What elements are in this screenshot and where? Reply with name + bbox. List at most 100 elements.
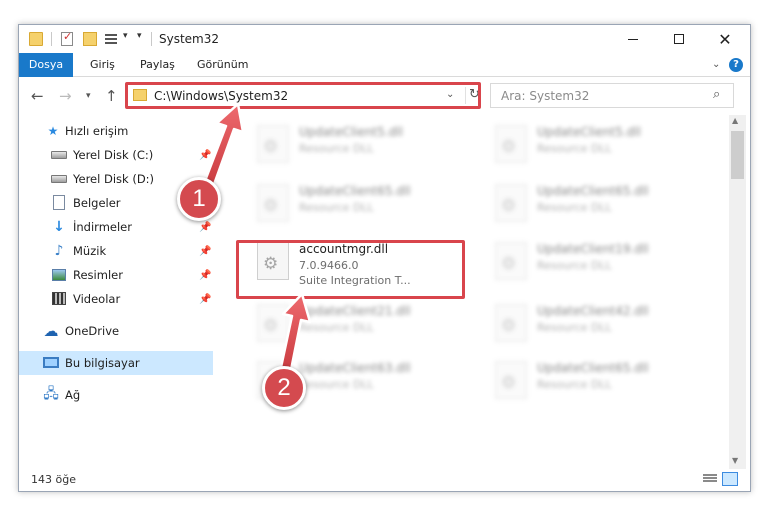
- file-name: UpdateClient63.dll: [299, 361, 411, 375]
- minimize-icon: [628, 38, 638, 40]
- dll-file-icon: [257, 125, 289, 163]
- chevron-down-icon[interactable]: ▾: [123, 31, 128, 41]
- ribbon-tabs: Dosya Giriş Paylaş Görünüm ⌄ ?: [19, 53, 750, 77]
- scroll-up-icon[interactable]: ▲: [732, 116, 738, 125]
- download-icon: ↓: [53, 219, 65, 235]
- folder-icon: [29, 32, 43, 46]
- dll-file-icon: [257, 304, 289, 342]
- expand-ribbon-icon[interactable]: ⌄: [712, 59, 720, 70]
- file-highlight-box: [236, 240, 465, 299]
- tab-share[interactable]: Paylaş: [140, 53, 175, 77]
- sidebar-item-onedrive[interactable]: ☁ OneDrive: [19, 319, 213, 343]
- sidebar-item-label: İndirmeler: [73, 220, 132, 234]
- tab-home[interactable]: Giriş: [90, 53, 115, 77]
- sidebar-item-label: Yerel Disk (C:): [73, 148, 154, 162]
- close-button[interactable]: ✕: [702, 25, 748, 53]
- pin-icon[interactable]: 📌: [199, 270, 211, 281]
- file-explorer-window: ▾ ▾ System32 ✕ Dosya Giriş Paylaş Görünü…: [18, 24, 751, 492]
- help-icon[interactable]: ?: [729, 58, 743, 72]
- sidebar-item-label: Ağ: [65, 388, 81, 402]
- sidebar-item-music[interactable]: ♪ Müzik 📌: [19, 239, 213, 263]
- file-name: UpdateClient21.dll: [299, 304, 411, 318]
- toolbar-divider: [51, 32, 52, 46]
- file-tile[interactable]: UpdateClient65.dll Resource DLL: [487, 178, 713, 230]
- file-name: UpdateClient65.dll: [299, 184, 411, 198]
- pin-icon[interactable]: 📌: [199, 294, 211, 305]
- file-tile[interactable]: UpdateClient65.dll Resource DLL: [487, 355, 713, 407]
- file-tile[interactable]: UpdateClient42.dll Resource DLL: [487, 298, 713, 350]
- recent-locations-button[interactable]: ▾: [86, 91, 91, 101]
- pin-icon[interactable]: 📌: [199, 222, 211, 233]
- file-type: Resource DLL: [537, 378, 612, 391]
- document-icon: [53, 195, 65, 210]
- file-name: UpdateClient65.dll: [537, 184, 649, 198]
- search-icon: ⌕: [713, 87, 721, 102]
- sidebar-item-label: Müzik: [73, 244, 107, 258]
- vertical-scrollbar[interactable]: ▲ ▼: [729, 115, 746, 469]
- dll-file-icon: [495, 184, 527, 222]
- window-title: System32: [159, 32, 220, 46]
- tab-view[interactable]: Görünüm: [197, 53, 248, 77]
- minimize-button[interactable]: [610, 25, 656, 53]
- details-view-icon[interactable]: [703, 473, 717, 485]
- sidebar-item-label: Hızlı erişim: [65, 124, 129, 138]
- star-icon: ★: [47, 124, 59, 138]
- file-tile[interactable]: UpdateClient21.dll Resource DLL: [249, 298, 475, 350]
- file-tile[interactable]: UpdateClient5.dll Resource DLL: [487, 119, 713, 171]
- forward-button[interactable]: →: [59, 87, 72, 105]
- sidebar-item-pictures[interactable]: Resimler 📌: [19, 263, 213, 287]
- sidebar-item-quick-access[interactable]: ★ Hızlı erişim: [19, 119, 213, 143]
- sidebar-item-disk-c[interactable]: Yerel Disk (C:) 📌: [19, 143, 213, 167]
- view-options-icon[interactable]: [105, 32, 119, 46]
- dll-file-icon: [495, 361, 527, 399]
- dll-file-icon: [495, 242, 527, 280]
- tab-file[interactable]: Dosya: [19, 53, 73, 77]
- properties-icon[interactable]: [61, 30, 73, 46]
- file-name: UpdateClient5.dll: [299, 125, 403, 139]
- step-1-badge: 1: [177, 177, 221, 221]
- pin-icon[interactable]: 📌: [199, 150, 211, 161]
- file-name: UpdateClient42.dll: [537, 304, 649, 318]
- maximize-button[interactable]: [656, 25, 702, 53]
- file-tile[interactable]: UpdateClient19.dll Resource DLL: [487, 236, 713, 288]
- file-type: Resource DLL: [537, 259, 612, 272]
- up-button[interactable]: ↑: [105, 87, 118, 105]
- file-tile[interactable]: UpdateClient65.dll Resource DLL: [249, 178, 475, 230]
- sidebar-item-network[interactable]: 🖧 Ağ: [19, 383, 213, 407]
- status-bar: 143 öğe: [19, 469, 750, 491]
- pin-icon[interactable]: 📌: [199, 246, 211, 257]
- file-type: Resource DLL: [299, 201, 374, 214]
- file-type: Resource DLL: [299, 142, 374, 155]
- file-tile[interactable]: UpdateClient5.dll Resource DLL: [249, 119, 475, 171]
- toolbar-divider: [151, 32, 152, 46]
- new-folder-icon[interactable]: [83, 32, 97, 46]
- back-button[interactable]: ←: [31, 87, 44, 105]
- tiles-view-icon[interactable]: [722, 472, 738, 486]
- maximize-icon: [674, 34, 684, 44]
- disk-icon: [51, 175, 67, 183]
- videos-icon: [52, 292, 66, 305]
- sidebar-item-label: Videolar: [73, 292, 121, 306]
- music-icon: ♪: [54, 243, 64, 259]
- computer-icon: [43, 357, 59, 368]
- sidebar-item-videos[interactable]: Videolar 📌: [19, 287, 213, 311]
- sidebar-item-label: Yerel Disk (D:): [73, 172, 155, 186]
- sidebar-item-label: Resimler: [73, 268, 123, 282]
- sidebar-item-label: Bu bilgisayar: [65, 356, 140, 370]
- disk-icon: [51, 151, 67, 159]
- sidebar-item-downloads[interactable]: ↓ İndirmeler 📌: [19, 215, 213, 239]
- sidebar-item-label: Belgeler: [73, 196, 121, 210]
- pictures-icon: [52, 269, 66, 281]
- search-input[interactable]: Ara: System32: [501, 89, 589, 103]
- scrollbar-thumb[interactable]: [731, 131, 744, 179]
- file-name: UpdateClient19.dll: [537, 242, 649, 256]
- scroll-down-icon[interactable]: ▼: [732, 456, 738, 465]
- customize-toolbar-icon[interactable]: ▾: [137, 31, 142, 41]
- file-name: UpdateClient65.dll: [537, 361, 649, 375]
- address-highlight-box: [125, 82, 481, 109]
- item-count: 143 öğe: [31, 473, 76, 486]
- sidebar-item-this-pc[interactable]: Bu bilgisayar: [19, 351, 213, 375]
- network-icon: 🖧: [43, 386, 59, 402]
- dll-file-icon: [495, 125, 527, 163]
- search-box[interactable]: Ara: System32 ⌕: [490, 83, 734, 108]
